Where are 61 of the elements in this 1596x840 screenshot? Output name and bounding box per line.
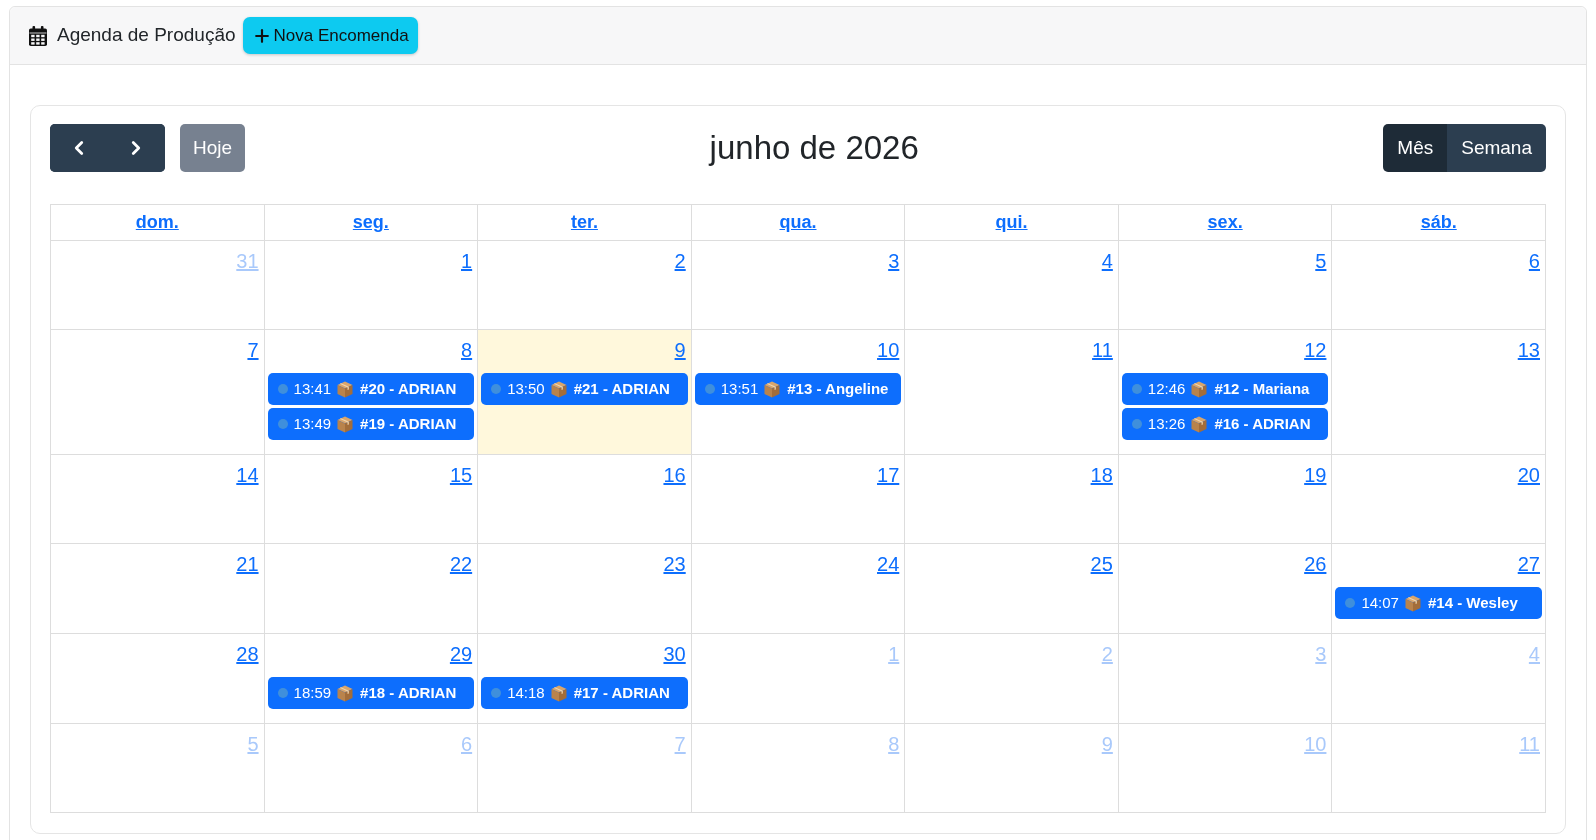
day-number-link[interactable]: 27: [1517, 550, 1540, 578]
day-number-link[interactable]: 29: [449, 640, 473, 668]
day-number-link[interactable]: 23: [663, 550, 686, 578]
day-number-link[interactable]: 18: [1090, 461, 1113, 489]
day-number-link[interactable]: 14: [236, 461, 259, 489]
calendar-event[interactable]: 12:46 #12 - Mariana: [1121, 373, 1329, 405]
box-icon: [1191, 380, 1208, 398]
new-order-button[interactable]: Nova Encomenda: [242, 17, 418, 54]
box-icon: [1404, 594, 1421, 612]
calendar-event[interactable]: 13:26 #16 - ADRIAN: [1121, 408, 1329, 440]
box-icon: [337, 380, 354, 398]
day-number-link[interactable]: 7: [247, 336, 259, 364]
day-number-link[interactable]: 22: [449, 550, 473, 578]
day-number-link[interactable]: 9: [674, 336, 686, 364]
calendar-event[interactable]: 14:07 #14 - Wesley: [1335, 587, 1542, 619]
calendar-event[interactable]: 14:18 #17 - ADRIAN: [481, 677, 688, 709]
calendar-event[interactable]: 13:50 #21 - ADRIAN: [481, 373, 688, 405]
month-title: junho de 2026: [709, 128, 919, 168]
box-icon: [337, 415, 354, 433]
day-number-link[interactable]: 6: [1528, 247, 1540, 275]
day-number-link[interactable]: 28: [236, 640, 259, 668]
day-number-link[interactable]: 21: [236, 550, 259, 578]
weekday-link[interactable]: seg.: [352, 209, 389, 236]
weekday-link[interactable]: qui.: [995, 209, 1028, 236]
page-title: Agenda de Produção: [57, 23, 236, 48]
weekday-link[interactable]: qua.: [779, 209, 817, 236]
day-number-link[interactable]: 13: [1517, 336, 1540, 364]
day-number-link[interactable]: 5: [1315, 247, 1327, 275]
view-tab[interactable]: Mês: [1383, 124, 1448, 172]
box-icon: [337, 684, 354, 702]
weekday-link[interactable]: sex.: [1207, 209, 1243, 236]
day-number-link[interactable]: 8: [461, 336, 473, 364]
calendar-event[interactable]: 13:41 #20 - ADRIAN: [267, 373, 475, 405]
day-number-link[interactable]: 30: [663, 640, 686, 668]
day-number-link[interactable]: 1: [461, 247, 473, 275]
day-number-link[interactable]: 3: [888, 247, 900, 275]
calendar-event[interactable]: 18:59 #18 - ADRIAN: [267, 677, 475, 709]
calendar-icon: [29, 25, 47, 46]
day-number-link[interactable]: 4: [1101, 247, 1113, 275]
view-tab[interactable]: Semana: [1447, 124, 1546, 172]
box-icon: [550, 380, 567, 398]
day-number-link[interactable]: 16: [663, 461, 686, 489]
day-number-link[interactable]: 19: [1304, 461, 1327, 489]
day-number-link[interactable]: 17: [877, 461, 900, 489]
day-number-link[interactable]: 25: [1090, 550, 1113, 578]
day-number-link[interactable]: 2: [674, 247, 686, 275]
day-number-link[interactable]: 12: [1304, 336, 1327, 364]
box-icon: [764, 380, 781, 398]
day-number-link[interactable]: 20: [1517, 461, 1540, 489]
box-icon: [1191, 415, 1208, 433]
weekday-link[interactable]: sáb.: [1420, 209, 1457, 236]
weekday-link[interactable]: dom.: [135, 209, 179, 236]
day-number-link[interactable]: 26: [1304, 550, 1327, 578]
weekday-link[interactable]: ter.: [570, 209, 598, 236]
day-number-link[interactable]: 24: [877, 550, 900, 578]
box-icon: [550, 684, 567, 702]
day-number-link[interactable]: 10: [877, 336, 900, 364]
day-number-link[interactable]: 15: [449, 461, 473, 489]
day-number-link[interactable]: 11: [1092, 336, 1113, 364]
calendar-event[interactable]: 13:51 #13 - Angeline: [694, 373, 902, 405]
calendar-event[interactable]: 13:49 #19 - ADRIAN: [267, 408, 475, 440]
